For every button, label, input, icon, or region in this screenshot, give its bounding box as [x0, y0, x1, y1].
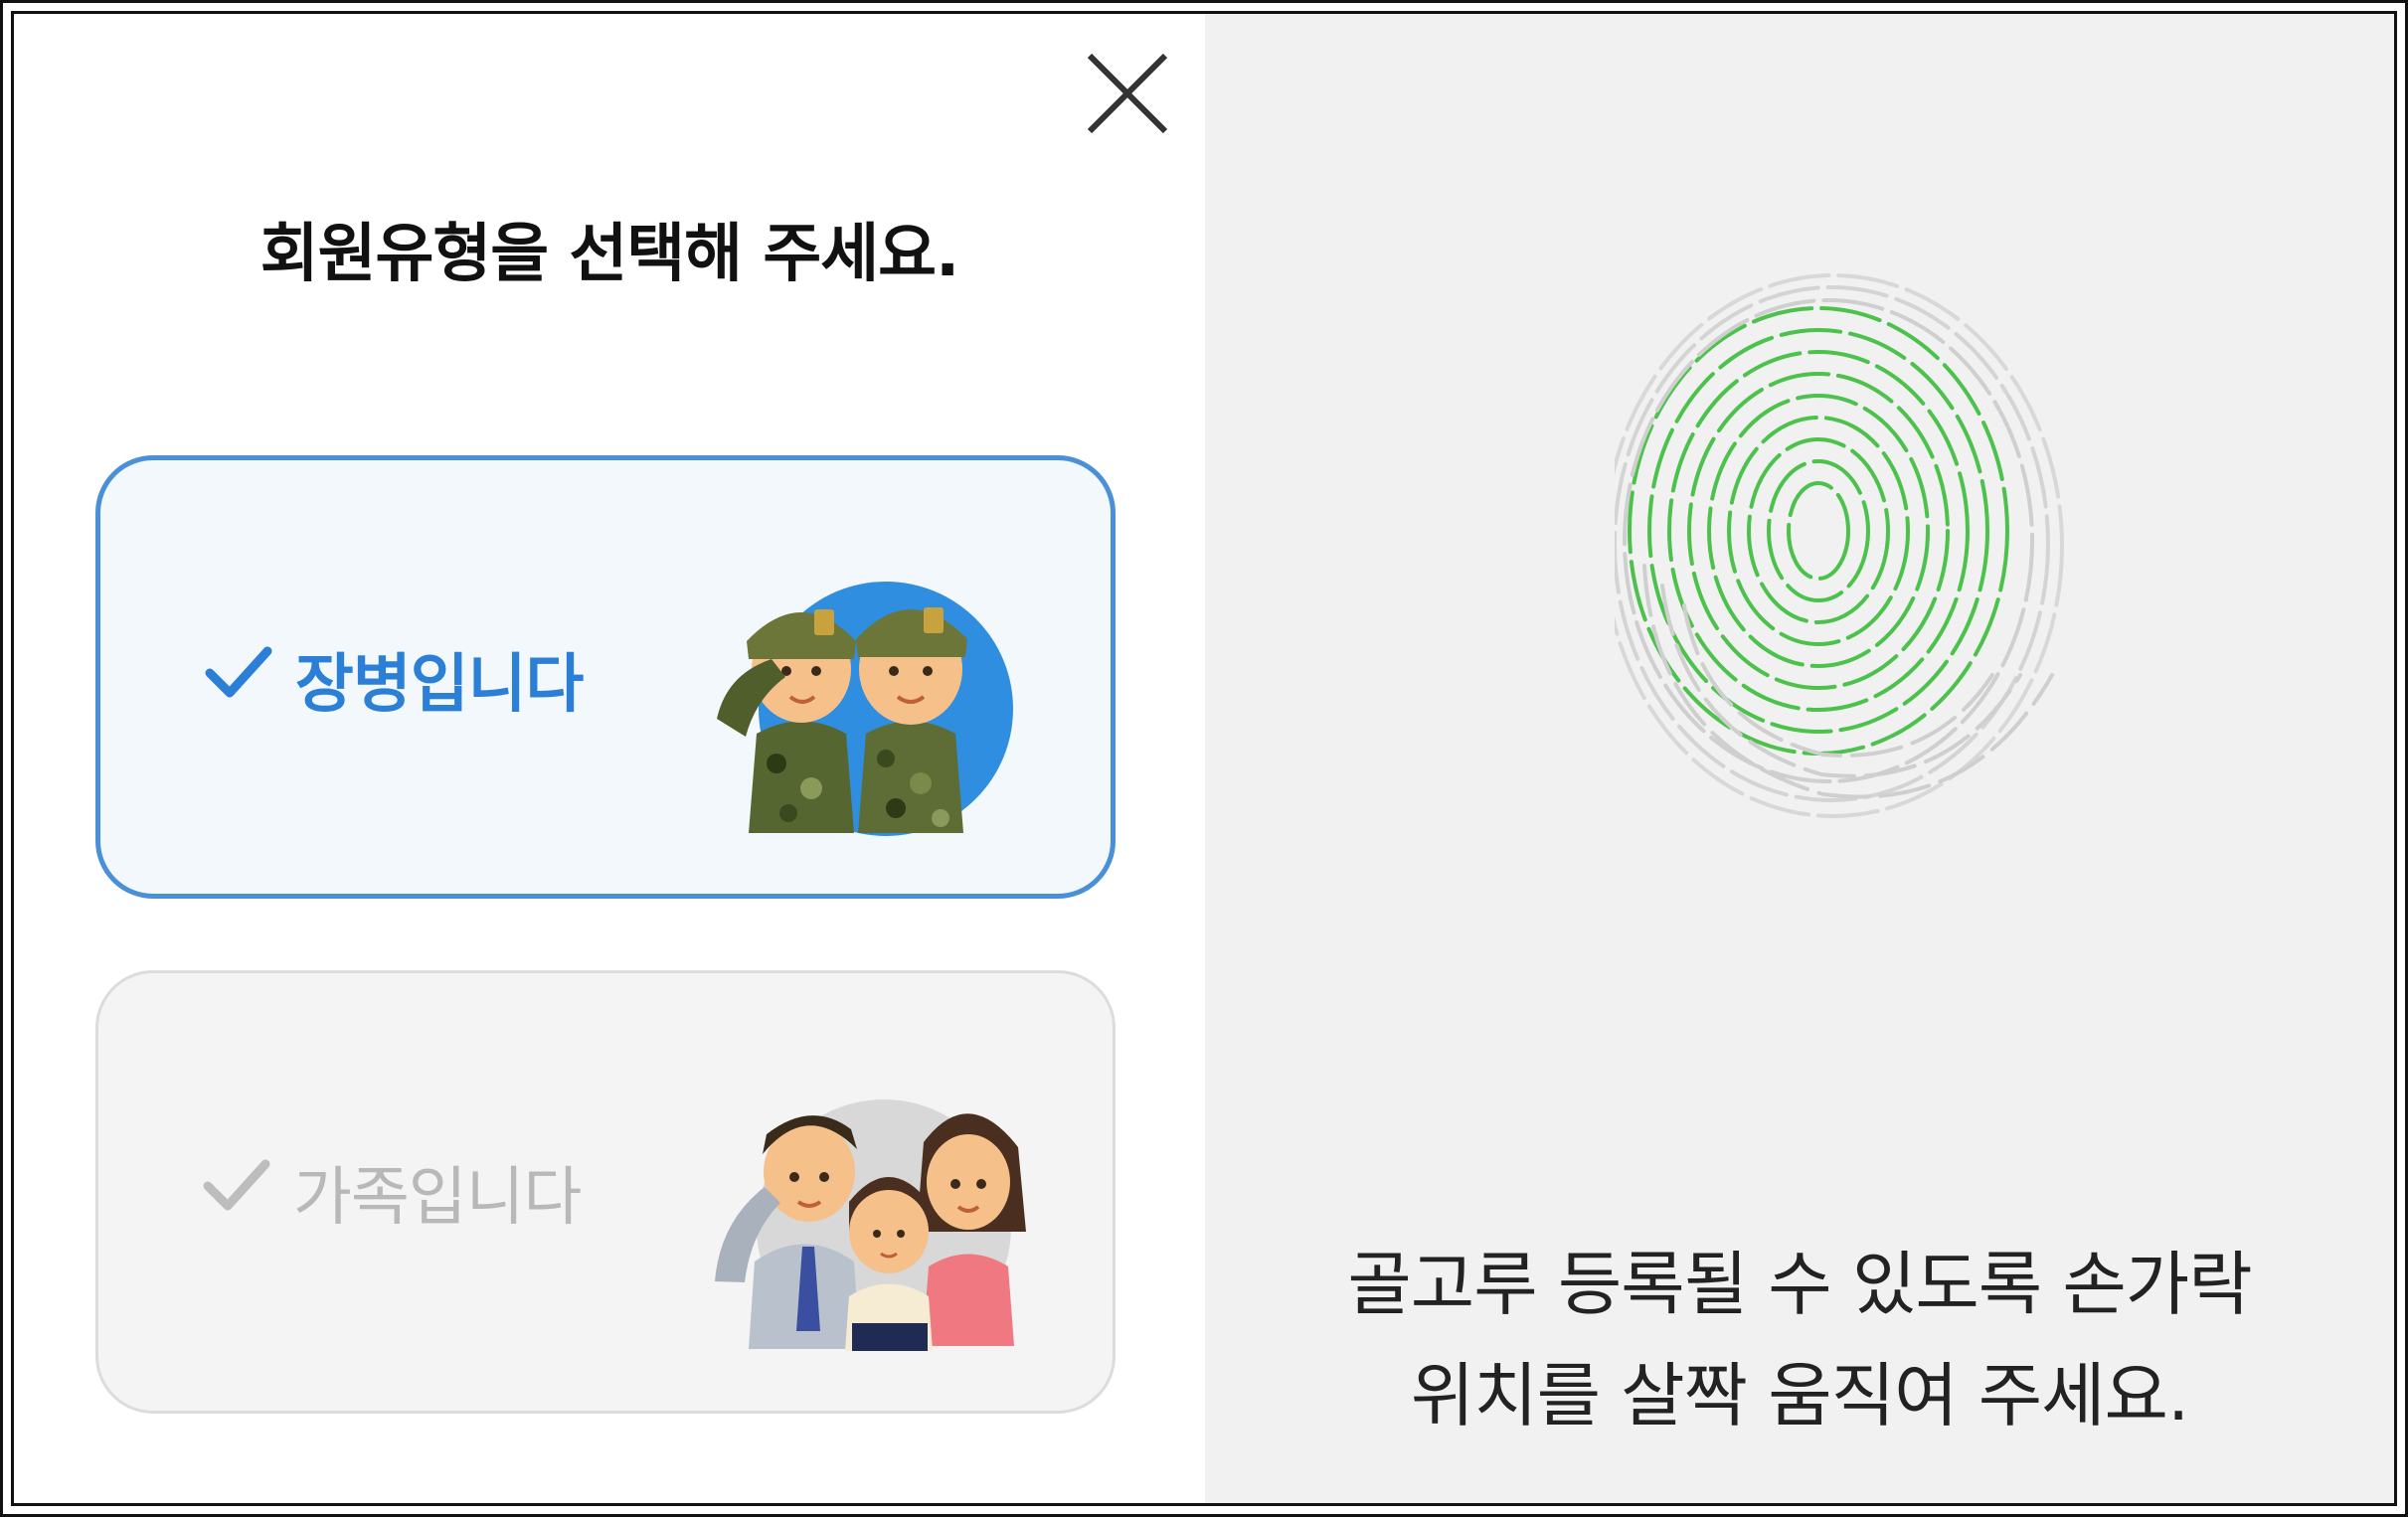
family-illustration — [715, 1099, 1026, 1351]
screen: 회원유형을 선택해 주세요. 장병입니다 가족입니다 골고루 등록될 수 있도록… — [11, 11, 2397, 1506]
member-option-family[interactable]: 가족입니다 — [95, 970, 1116, 1414]
member-option-label: 가족입니다 — [293, 1161, 582, 1235]
member-option-label: 장병입니다 — [295, 648, 584, 722]
soldiers-illustration — [717, 582, 1013, 836]
fingerprint-panel: 골고루 등록될 수 있도록 손가락 위치를 살짝 움직여 주세요. — [1205, 14, 2394, 1503]
check-icon — [205, 646, 272, 698]
app-window: 회원유형을 선택해 주세요. 장병입니다 가족입니다 골고루 등록될 수 있도록… — [0, 0, 2408, 1517]
member-type-panel: 회원유형을 선택해 주세요. 장병입니다 가족입니다 — [14, 14, 1205, 1503]
close-icon — [1087, 53, 1168, 134]
close-button[interactable] — [1078, 44, 1177, 143]
fingerprint-instruction: 골고루 등록될 수 있도록 손가락 위치를 살짝 움직여 주세요. — [1205, 1229, 2394, 1451]
check-icon — [203, 1159, 270, 1211]
instruction-line-1: 골고루 등록될 수 있도록 손가락 — [1347, 1244, 2252, 1325]
member-option-soldier[interactable]: 장병입니다 — [95, 455, 1116, 899]
page-title: 회원유형을 선택해 주세요. — [259, 218, 960, 291]
fingerprint-icon — [1615, 273, 2064, 818]
instruction-line-2: 위치를 살짝 움직여 주세요. — [1410, 1355, 2189, 1436]
